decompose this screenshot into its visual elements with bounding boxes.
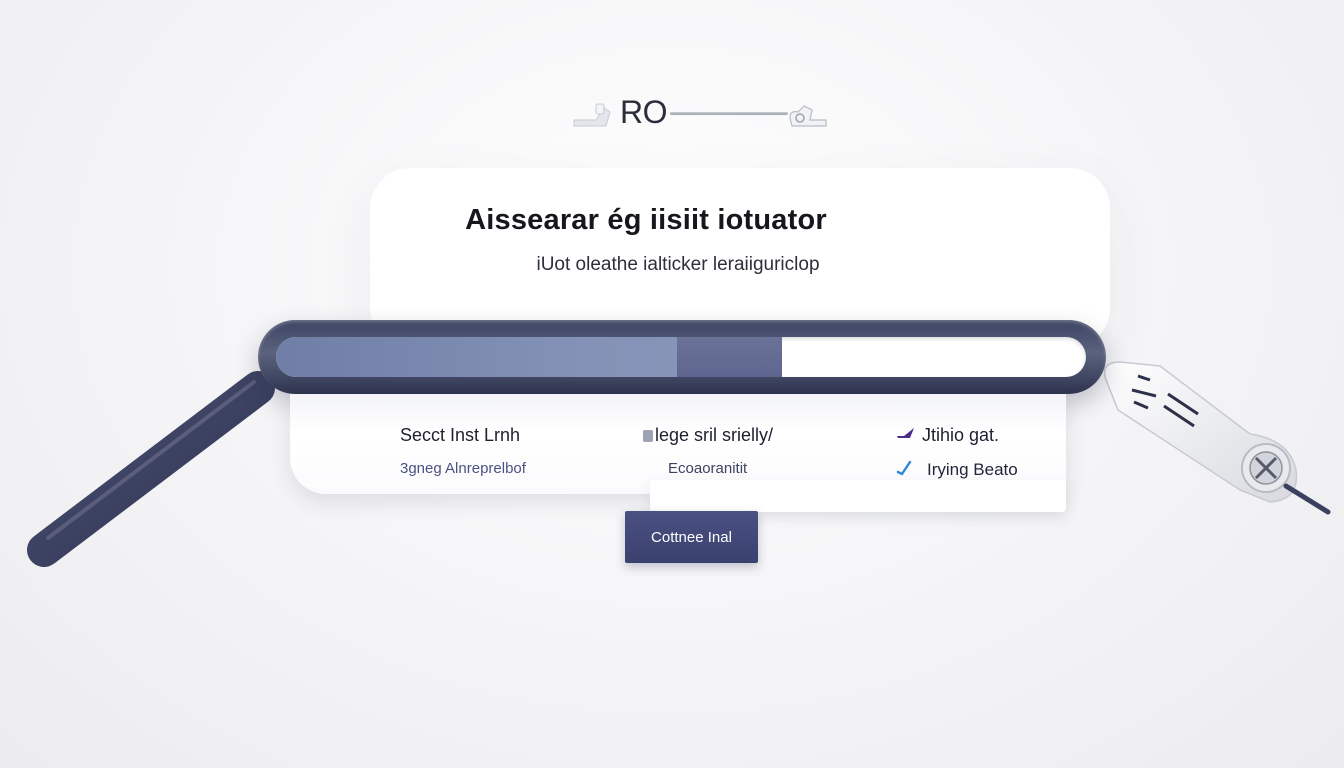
checkmark-icon[interactable] xyxy=(896,460,912,476)
continue-button[interactable]: Cottnee Inal xyxy=(625,511,758,563)
options-panel-extension xyxy=(650,480,1066,512)
progress-track-inner xyxy=(276,337,1086,377)
logo-mark-right-icon xyxy=(789,105,827,127)
page-subtitle: iUot oleathe ialticker leraiiguriclop xyxy=(536,254,820,275)
logo-divider xyxy=(670,112,788,115)
option-swatch-icon xyxy=(643,430,653,442)
option-range-sub: Ecoaoranitit xyxy=(668,460,748,477)
progress-fill-tip xyxy=(676,337,783,377)
option-range[interactable]: lege sril srielly/ xyxy=(655,425,773,446)
logo-text: RO xyxy=(620,94,668,130)
clamp-icon[interactable] xyxy=(1090,350,1340,530)
option-status-sub: Irying Beato xyxy=(927,460,1018,479)
checkmark-icon[interactable] xyxy=(896,426,916,442)
page-title: Aissearar ég iisiit iotuator xyxy=(465,204,827,236)
logo: RO xyxy=(566,92,836,134)
option-select-instrument-sub: 3gneg Alnreprelbof xyxy=(400,460,526,477)
logo-mark-left-icon xyxy=(573,103,611,127)
progress-bar xyxy=(258,320,1106,394)
option-status[interactable]: Jtihio gat. xyxy=(922,425,999,446)
handle-icon[interactable] xyxy=(18,368,288,578)
option-select-instrument[interactable]: Secct Inst Lrnh xyxy=(400,425,520,446)
